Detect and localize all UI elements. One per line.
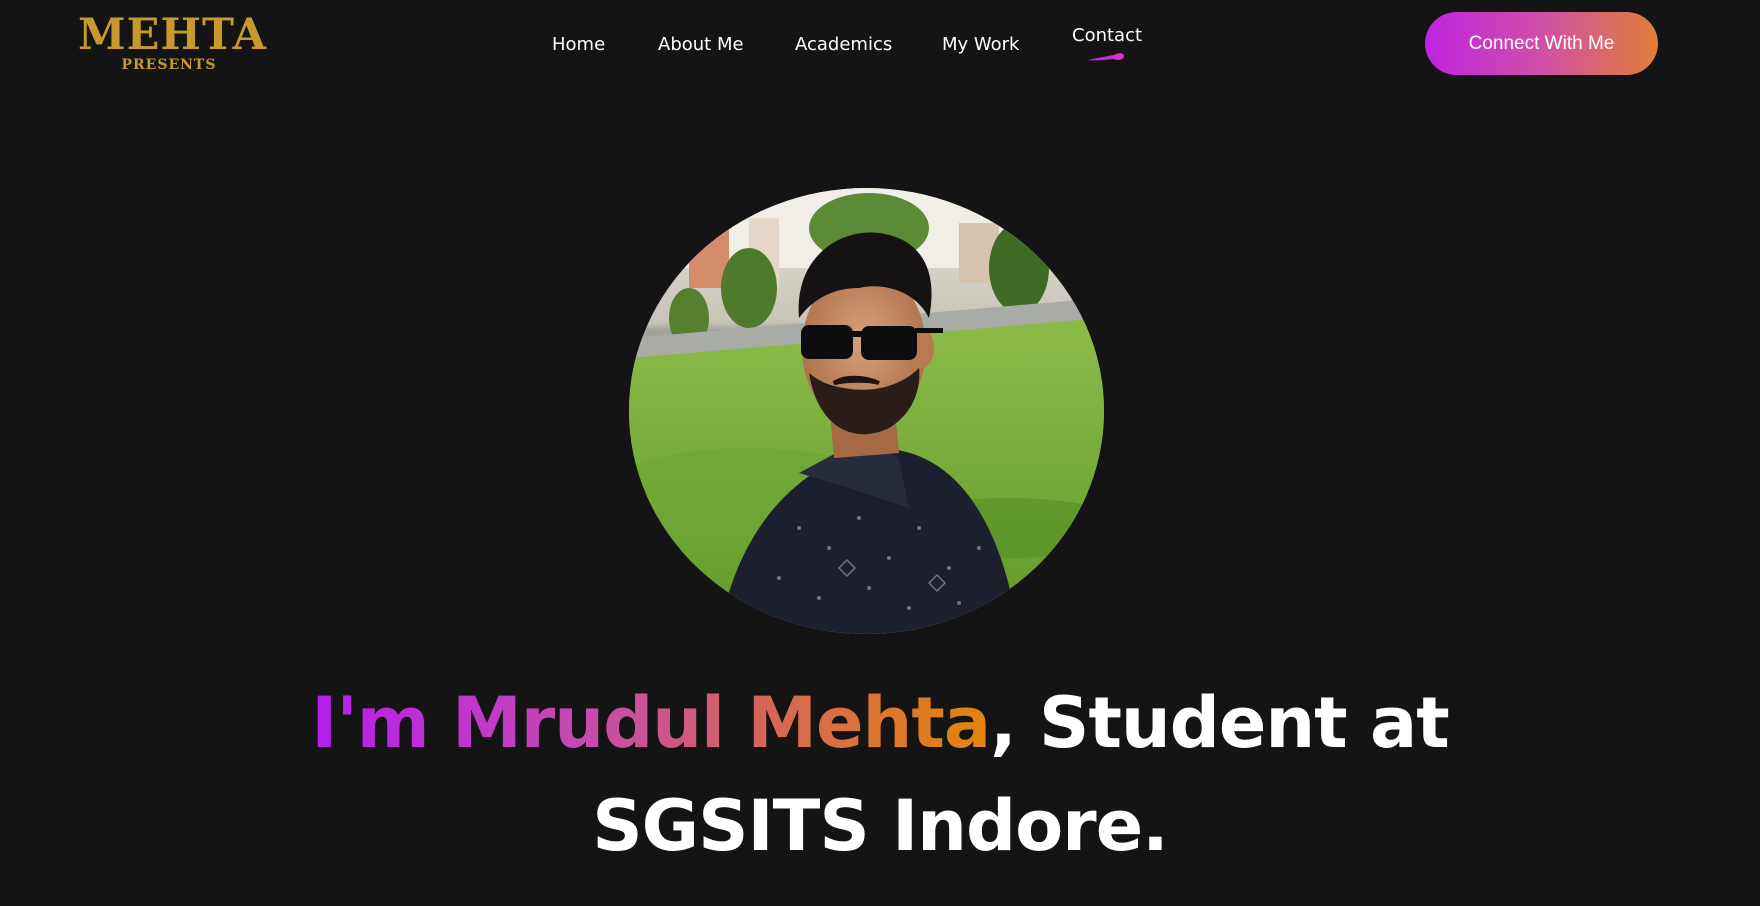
nav-link-home[interactable]: Home (552, 34, 605, 55)
headline-name: I'm Mrudul Mehta (311, 682, 991, 764)
profile-photo-icon (629, 188, 1104, 634)
nav-link-about-me[interactable]: About Me (658, 34, 744, 55)
nav-link-contact[interactable]: Contact (1072, 25, 1143, 61)
nav-link-academics[interactable]: Academics (795, 34, 892, 55)
nav-link-my-work[interactable]: My Work (942, 34, 1019, 55)
profile-photo (629, 188, 1104, 634)
logo-title: MEHTA (78, 10, 268, 60)
site-logo[interactable]: MEHTA PRESENTS (78, 10, 268, 74)
hero-headline: I'm Mrudul Mehta, Student at SGSITS Indo… (0, 672, 1760, 878)
page: MEHTA PRESENTS Home About Me Academics M… (0, 0, 1760, 906)
active-underline-icon (1087, 53, 1124, 61)
nav-link-contact-label: Contact (1072, 25, 1143, 46)
headline-line2: SGSITS Indore. (592, 785, 1169, 867)
connect-button[interactable]: Connect With Me (1425, 12, 1658, 75)
headline-line1-rest: , Student at (990, 682, 1450, 764)
